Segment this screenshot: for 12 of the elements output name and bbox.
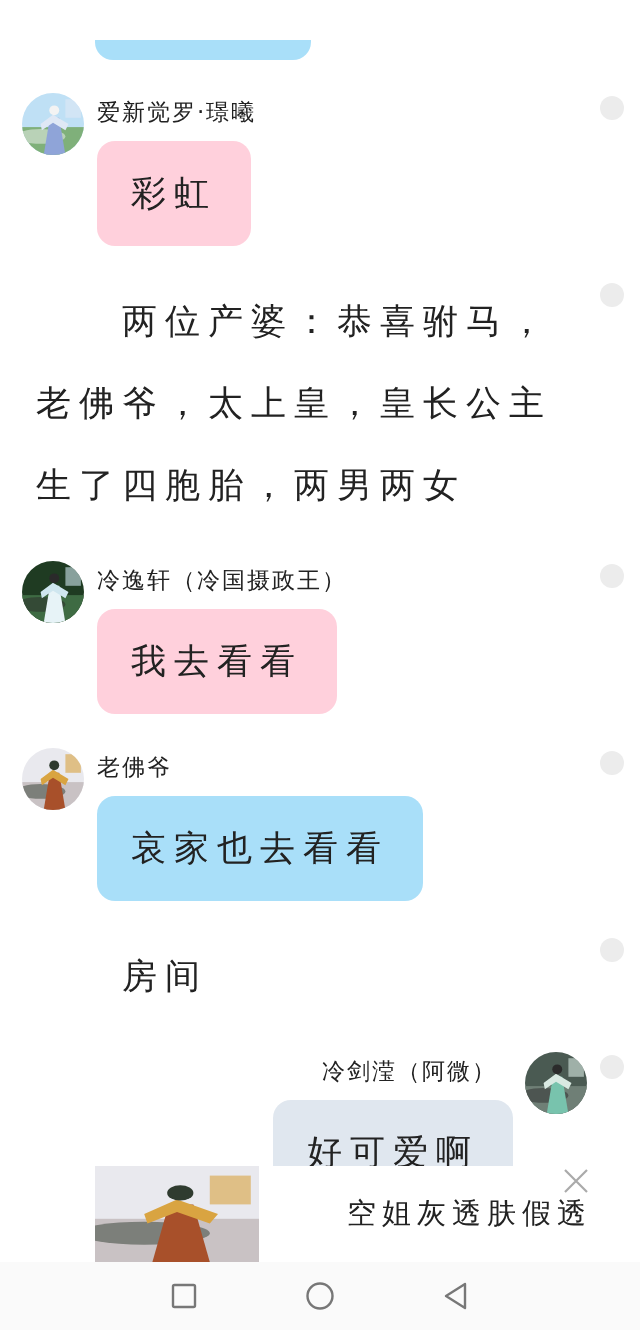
close-icon[interactable] xyxy=(563,1168,589,1194)
home-icon[interactable] xyxy=(306,1282,334,1310)
sender-name: 冷逸轩（冷国摄政王） xyxy=(97,566,347,595)
message-bubble: 我去看看 xyxy=(97,609,337,714)
sender-name: 冷剑滢（阿微） xyxy=(322,1057,497,1086)
narration-text: 房间 xyxy=(121,955,209,998)
message-bubble: 彩虹 xyxy=(97,141,251,246)
recent-apps-icon[interactable] xyxy=(170,1282,198,1310)
sender-name: 老佛爷 xyxy=(97,753,172,782)
sender-name: 爱新觉罗·璟曦 xyxy=(97,98,257,127)
message-bubble: 哀家也去看看 xyxy=(97,796,423,901)
narration-text: 两位产婆：恭喜驸马，老佛爷，太上皇，皇长公主生了四胞胎，两男两女 xyxy=(36,300,553,507)
